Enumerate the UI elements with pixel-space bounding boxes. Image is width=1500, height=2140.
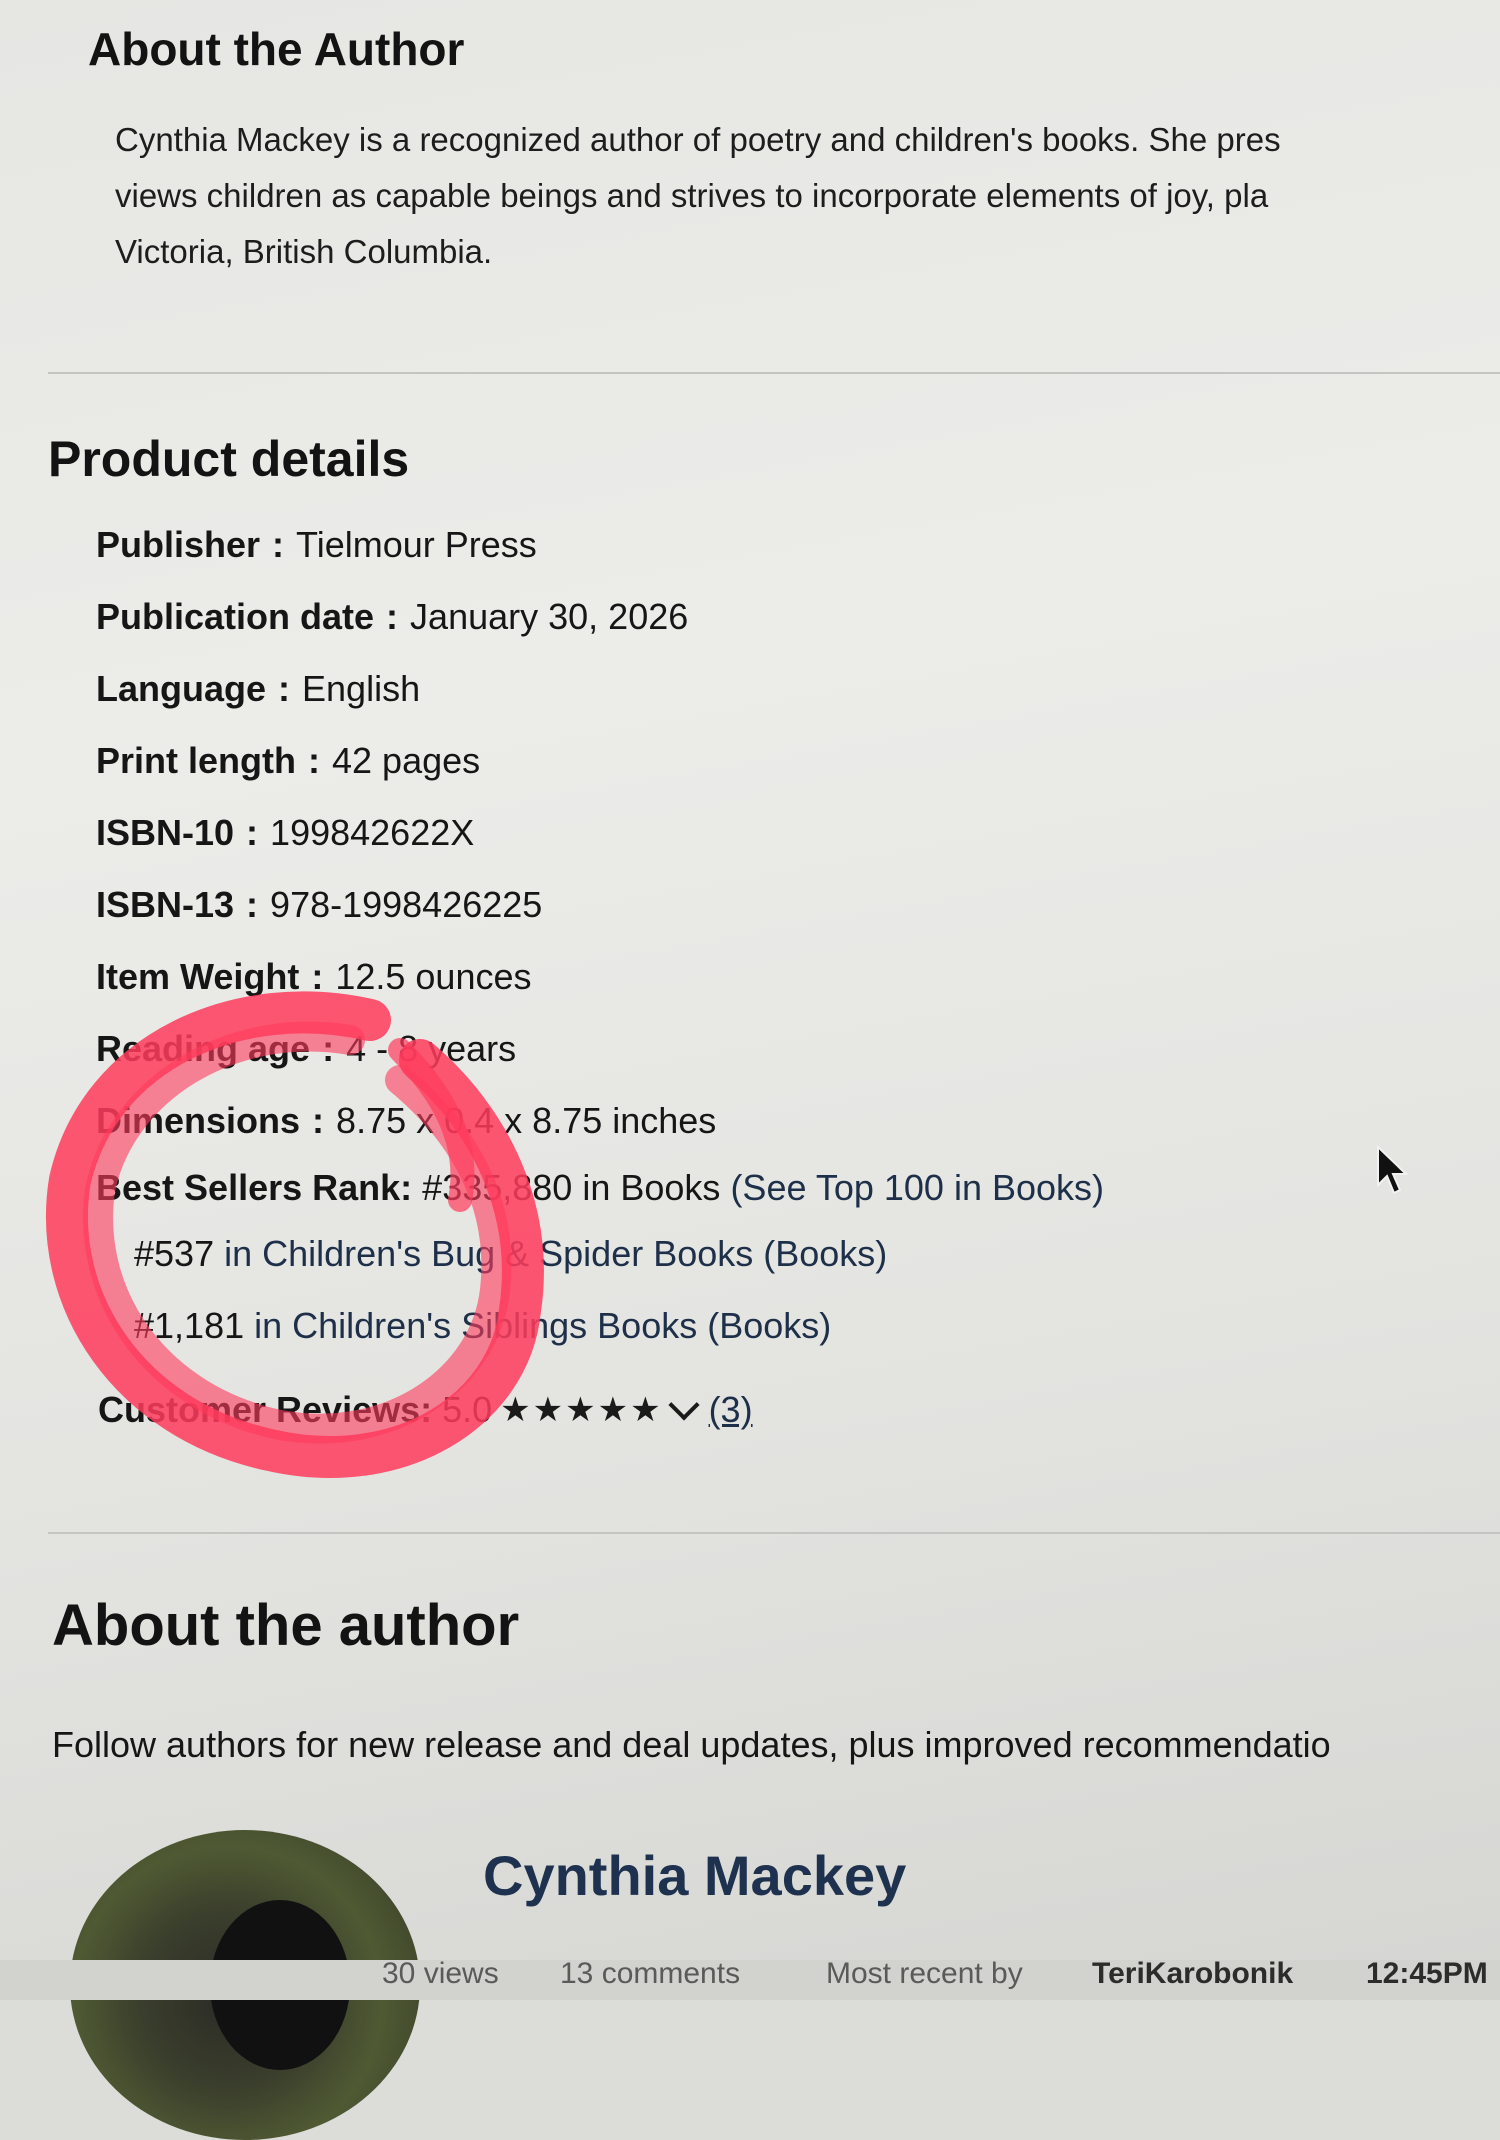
best-sellers-main-category: in Books bbox=[582, 1167, 721, 1208]
detail-label: Print length bbox=[96, 740, 296, 781]
detail-label: ISBN-10 bbox=[96, 812, 235, 853]
views-count: 30 views bbox=[382, 1960, 499, 1990]
sub-rank-category-link[interactable]: in Children's Bug & Spider Books (Books) bbox=[224, 1233, 887, 1274]
about-the-author-section-heading: About the author bbox=[52, 1593, 520, 1658]
screen: About the Author Cynthia Mackey is a rec… bbox=[0, 0, 1500, 2140]
detail-label: Reading age bbox=[96, 1028, 311, 1069]
detail-label: Publication date bbox=[96, 596, 375, 637]
detail-row-isbn-10: ISBN-10:199842622X bbox=[96, 812, 475, 853]
top-100-link[interactable]: (See Top 100 in Books) bbox=[730, 1167, 1104, 1208]
customer-reviews: Customer Reviews: 5.0 ★★★★★ (3) bbox=[98, 1380, 753, 1440]
product-details-list: Publisher: Tielmour Press Publication dat… bbox=[96, 515, 716, 1163]
detail-row-publication-date: Publication date: January 30, 2026 bbox=[96, 596, 689, 637]
star-icon[interactable]: ★★★★★ bbox=[500, 1380, 662, 1440]
recent-prefix: Most recent by bbox=[826, 1960, 1023, 1990]
detail-row-publisher: Publisher: Tielmour Press bbox=[96, 524, 537, 565]
product-details-heading: Product details bbox=[48, 431, 410, 487]
detail-value: 4 - 8 years bbox=[346, 1028, 517, 1069]
author-bio-line: Cynthia Mackey is a recognized author of… bbox=[115, 121, 1281, 158]
forum-footer-bar: 30 views 13 comments Most recent by Teri… bbox=[0, 1960, 1500, 2000]
author-bio: Cynthia Mackey is a recognized author of… bbox=[115, 112, 1500, 280]
comments-count[interactable]: 13 comments bbox=[560, 1960, 740, 1994]
sub-rank-number: #537 bbox=[134, 1233, 215, 1274]
detail-label: ISBN-13 bbox=[96, 884, 235, 925]
detail-value: 12.5 ounces bbox=[335, 956, 532, 997]
sub-rank-category-link[interactable]: in Children's Siblings Books (Books) bbox=[254, 1305, 831, 1346]
detail-value: 199842622X bbox=[270, 812, 475, 853]
detail-value: 42 pages bbox=[332, 740, 481, 781]
section-divider bbox=[48, 1532, 1500, 1534]
best-sellers-main-rank: #335,880 bbox=[422, 1167, 573, 1208]
detail-row-dimensions: Dimensions:8.75 x 0.4 x 8.75 inches bbox=[96, 1100, 717, 1141]
mouse-pointer-icon bbox=[1377, 1145, 1409, 1195]
sub-rank-siblings: #1,181 in Children's Siblings Books (Boo… bbox=[134, 1290, 1104, 1362]
sub-rank-bug-spider: #537 in Children's Bug & Spider Books (B… bbox=[134, 1218, 1104, 1290]
detail-value: January 30, 2026 bbox=[410, 596, 689, 637]
best-sellers-rank: Best Sellers Rank: #335,880 in Books (Se… bbox=[96, 1158, 1104, 1362]
detail-row-isbn-13: ISBN-13:978-1998426225 bbox=[96, 884, 543, 925]
detail-label: Publisher bbox=[96, 524, 261, 565]
detail-row-language: Language: English bbox=[96, 668, 421, 709]
customer-reviews-label: Customer Reviews: bbox=[98, 1389, 433, 1430]
chevron-down-icon[interactable] bbox=[668, 1389, 700, 1421]
detail-value: Tielmour Press bbox=[296, 524, 537, 565]
detail-row-print-length: Print length:42 pages bbox=[96, 740, 481, 781]
about-the-author-heading: About the Author bbox=[88, 23, 465, 75]
author-bio-line: Victoria, British Columbia. bbox=[115, 233, 493, 270]
detail-row-reading-age: Reading age:4 - 8 years bbox=[96, 1028, 517, 1069]
section-divider bbox=[48, 372, 1500, 374]
recent-user-link[interactable]: TeriKarobonik bbox=[1092, 1960, 1293, 1994]
detail-value: 8.75 x 0.4 x 8.75 inches bbox=[336, 1100, 717, 1141]
author-bio-line: views children as capable beings and str… bbox=[115, 177, 1269, 214]
follow-authors-text: Follow authors for new release and deal … bbox=[52, 1724, 1331, 1765]
detail-label: Dimensions bbox=[96, 1100, 301, 1141]
detail-value: 978-1998426225 bbox=[270, 884, 543, 925]
recent-time: 12:45PM bbox=[1366, 1960, 1488, 1990]
detail-label: Item Weight bbox=[96, 956, 300, 997]
review-count-link[interactable]: (3) bbox=[709, 1380, 753, 1440]
best-sellers-label: Best Sellers Rank: bbox=[96, 1167, 413, 1208]
detail-value: English bbox=[302, 668, 421, 709]
detail-label: Language bbox=[96, 668, 267, 709]
detail-row-item-weight: Item Weight:12.5 ounces bbox=[96, 956, 532, 997]
rating-value: 5.0 bbox=[442, 1389, 493, 1430]
sub-rank-number: #1,181 bbox=[134, 1305, 245, 1346]
author-name-link[interactable]: Cynthia Mackey bbox=[483, 1843, 906, 1908]
